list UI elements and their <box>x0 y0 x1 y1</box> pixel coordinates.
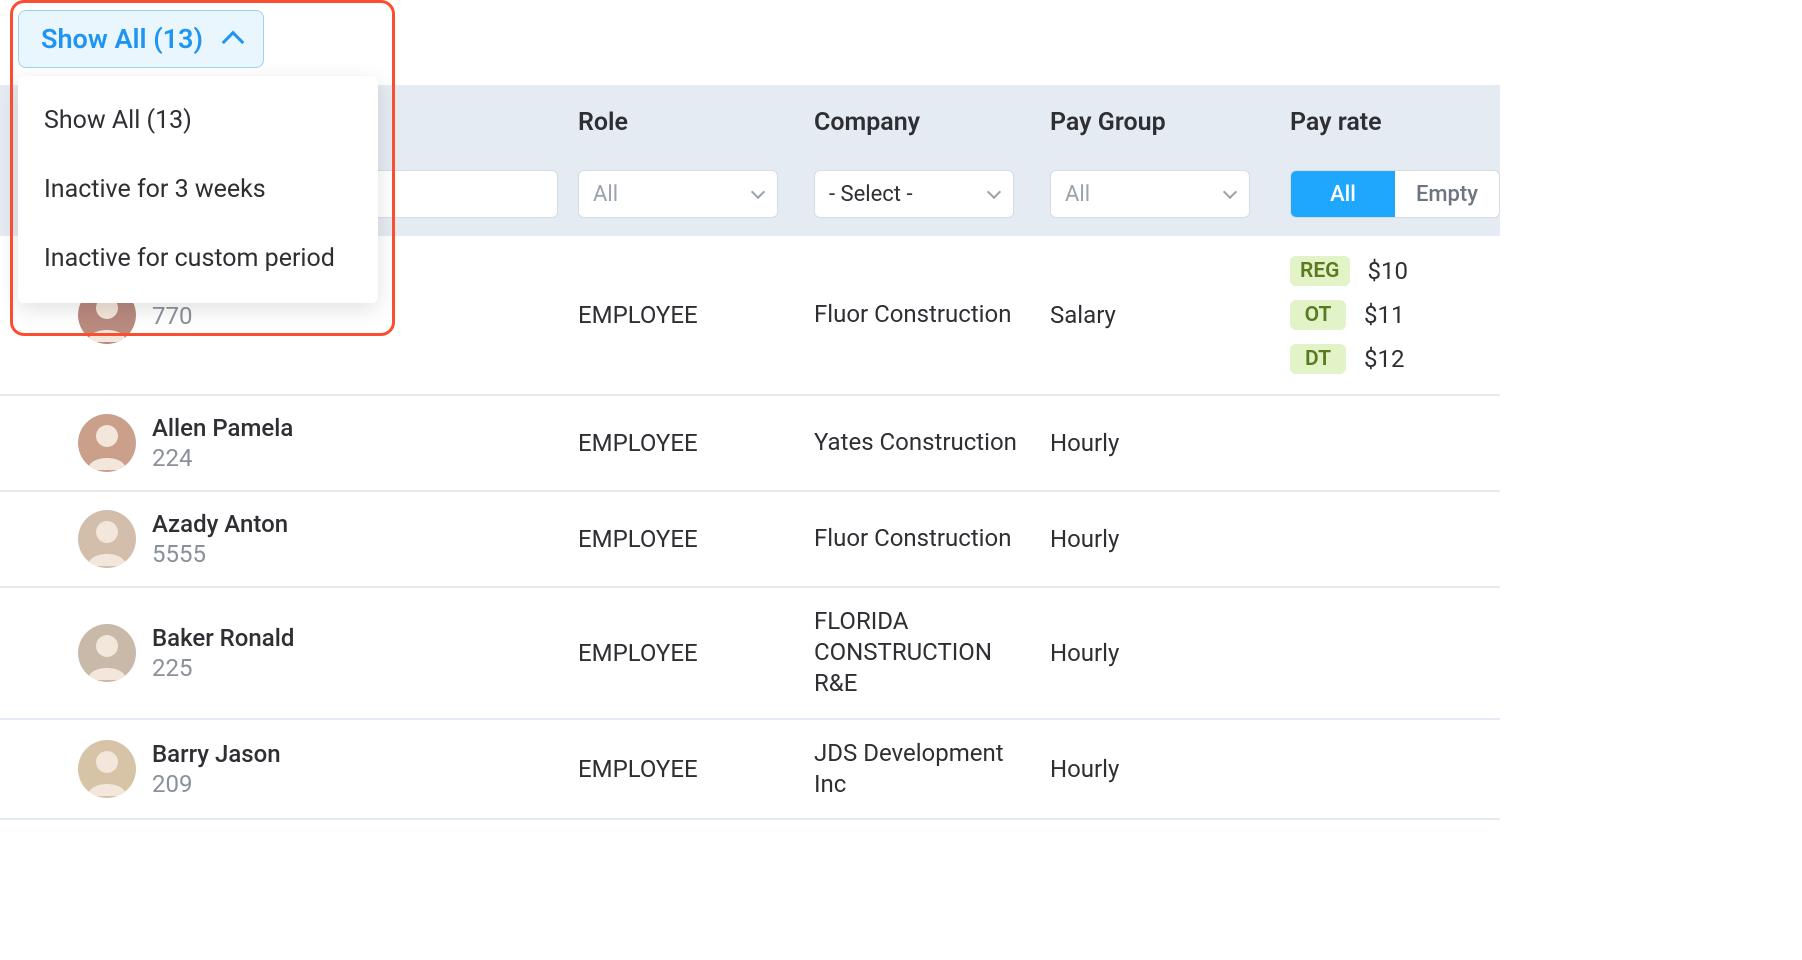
avatar[interactable] <box>78 740 136 798</box>
user-id: 225 <box>152 654 294 682</box>
header-role[interactable]: Role <box>578 108 814 137</box>
role-cell: EMPLOYEE <box>578 301 814 329</box>
rate-badge: DT <box>1290 344 1346 374</box>
header-paygroup[interactable]: Pay Group <box>1050 108 1286 137</box>
rate-line: OT $11 <box>1290 300 1500 330</box>
chevron-down-icon <box>751 185 765 199</box>
paygroup-cell: Hourly <box>1050 525 1286 553</box>
company-cell: JDS Development Inc <box>814 738 1050 800</box>
payrate-filter-toggle: All Empty <box>1290 170 1500 218</box>
user-id: 5555 <box>152 540 288 568</box>
paygroup-cell: Hourly <box>1050 755 1286 783</box>
paygroup-cell: Hourly <box>1050 429 1286 457</box>
dropdown-option-inactive-3-weeks[interactable]: Inactive for 3 weeks <box>18 155 378 224</box>
paygroup-cell: Hourly <box>1050 639 1286 667</box>
rate-line: DT $12 <box>1290 344 1500 374</box>
table-row[interactable]: Azady Anton5555 EMPLOYEEFluor Constructio… <box>0 492 1500 588</box>
rate-amount: $12 <box>1364 345 1404 373</box>
company-cell: Fluor Construction <box>814 299 1050 330</box>
company-cell: Fluor Construction <box>814 523 1050 554</box>
rate-line: REG $10 <box>1290 256 1500 286</box>
show-all-filter-label: Show All (13) <box>41 23 203 55</box>
table-row[interactable]: Allen Pamela224 EMPLOYEEYates Constructio… <box>0 396 1500 492</box>
rate-badge: OT <box>1290 300 1346 330</box>
rate-amount: $10 <box>1368 257 1408 285</box>
paygroup-cell: Salary <box>1050 301 1286 329</box>
user-id: 770 <box>152 302 192 330</box>
table-row[interactable]: Barry Jason209 EMPLOYEEJDS Development In… <box>0 720 1500 820</box>
header-payrate[interactable]: Pay rate <box>1286 108 1500 137</box>
dropdown-option-show-all[interactable]: Show All (13) <box>18 86 378 155</box>
paygroup-filter-placeholder: All <box>1065 182 1090 207</box>
rate-badge: REG <box>1290 256 1350 286</box>
role-cell: EMPLOYEE <box>578 755 814 783</box>
company-cell: FLORIDA CONSTRUCTION R&E <box>814 606 1050 700</box>
user-name: Barry Jason <box>152 740 281 768</box>
company-filter-select[interactable]: - Select - <box>814 170 1014 218</box>
role-cell: EMPLOYEE <box>578 525 814 553</box>
paygroup-filter-select[interactable]: All <box>1050 170 1250 218</box>
user-name: Allen Pamela <box>152 414 293 442</box>
payrate-filter-empty[interactable]: Empty <box>1395 171 1499 217</box>
user-id: 224 <box>152 444 293 472</box>
user-name: Azady Anton <box>152 510 288 538</box>
chevron-down-icon <box>1223 185 1237 199</box>
chevron-up-icon <box>222 31 245 54</box>
role-filter-placeholder: All <box>593 182 618 207</box>
show-all-dropdown-panel: Show All (13) Inactive for 3 weeks Inact… <box>18 76 378 303</box>
role-cell: EMPLOYEE <box>578 639 814 667</box>
company-filter-value: - Select - <box>829 182 913 207</box>
show-all-filter-button[interactable]: Show All (13) <box>18 10 264 68</box>
avatar[interactable] <box>78 414 136 472</box>
dropdown-option-inactive-custom[interactable]: Inactive for custom period <box>18 224 378 293</box>
user-name: Baker Ronald <box>152 624 294 652</box>
role-filter-select[interactable]: All <box>578 170 778 218</box>
role-cell: EMPLOYEE <box>578 429 814 457</box>
payrate-filter-all[interactable]: All <box>1291 171 1395 217</box>
company-cell: Yates Construction <box>814 427 1050 458</box>
header-company[interactable]: Company <box>814 108 1050 137</box>
user-id: 209 <box>152 770 281 798</box>
avatar[interactable] <box>78 624 136 682</box>
chevron-down-icon <box>987 185 1001 199</box>
table-row[interactable]: Baker Ronald225 EMPLOYEEFLORIDA CONSTRUCT… <box>0 588 1500 720</box>
avatar[interactable] <box>78 510 136 568</box>
payrate-cell: REG $10 OT $11 DT $12 <box>1286 256 1500 374</box>
rate-amount: $11 <box>1364 301 1404 329</box>
